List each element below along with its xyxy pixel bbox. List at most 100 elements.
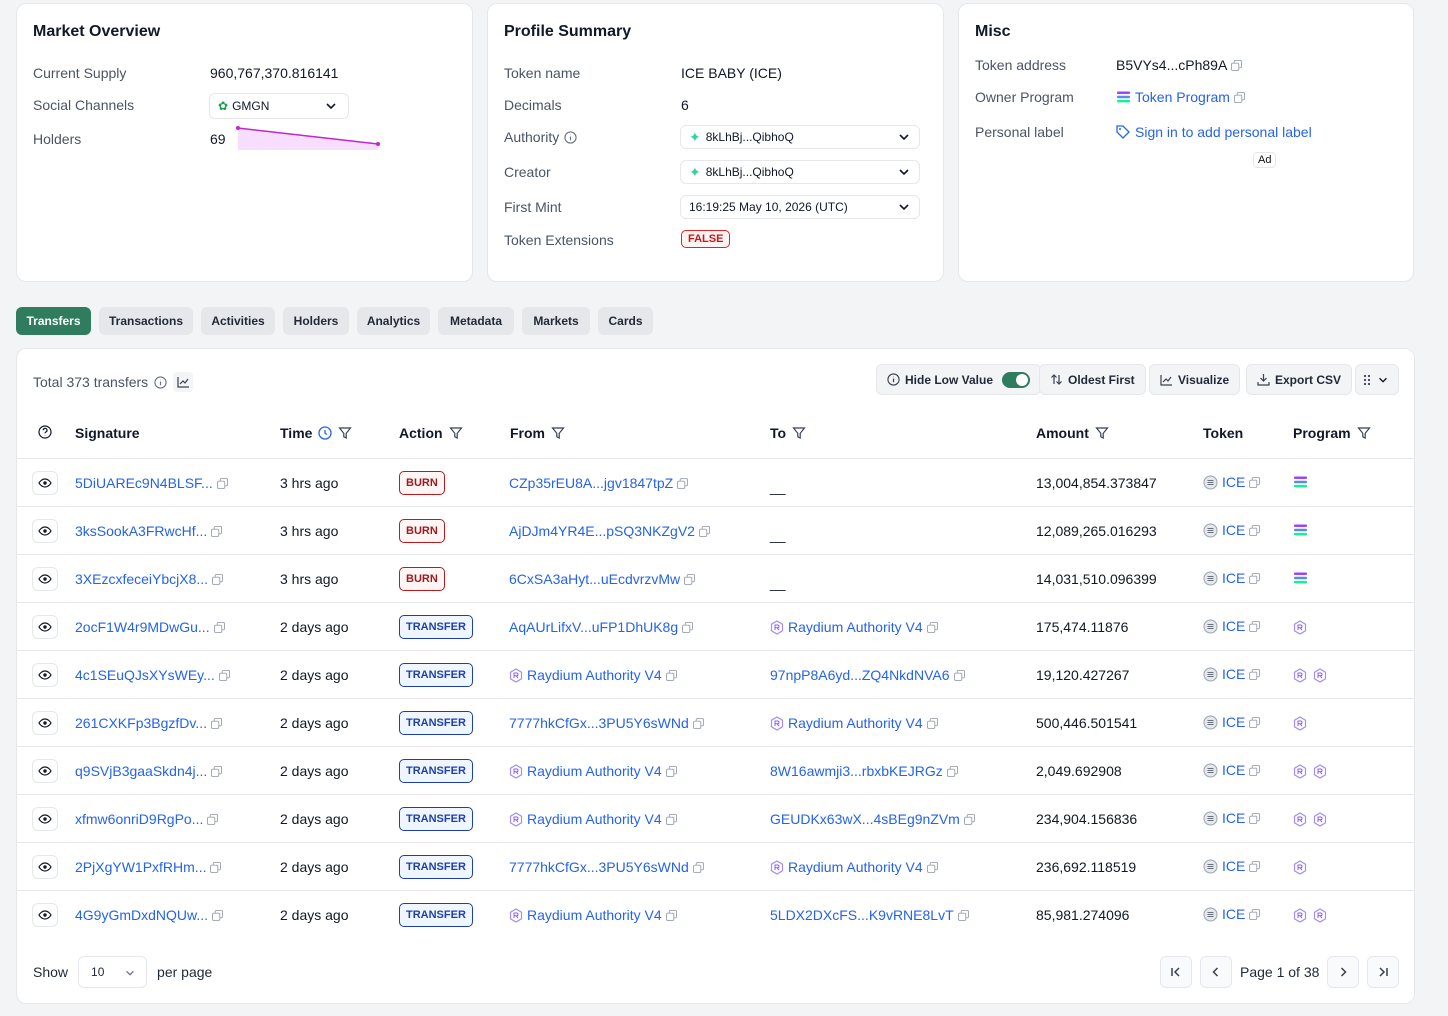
signature-link[interactable]: 4G9yGmDxdNQUw... (75, 907, 208, 923)
copy-icon[interactable] (665, 765, 677, 777)
program-icons[interactable] (1293, 668, 1327, 683)
to-link[interactable]: Raydium Authority V4 (788, 715, 923, 731)
signature-link[interactable]: 4c1SEuQJsXYsWEy... (75, 667, 215, 683)
copy-icon[interactable] (1249, 860, 1261, 872)
token-link[interactable]: ICE (1222, 666, 1245, 682)
copy-icon[interactable] (946, 765, 958, 777)
copy-icon[interactable] (1249, 572, 1261, 584)
copy-icon[interactable] (1249, 908, 1261, 920)
copy-icon[interactable] (1233, 91, 1245, 103)
hide-low-value-toggle[interactable]: Hide Low Value (876, 364, 1042, 395)
copy-icon[interactable] (210, 861, 222, 873)
social-channels-dropdown[interactable]: ✿ GMGN (209, 93, 349, 119)
signature-link[interactable]: 3XEzcxfeceiYbcjX8... (75, 571, 208, 587)
copy-icon[interactable] (212, 573, 224, 585)
copy-icon[interactable] (963, 813, 975, 825)
copy-icon[interactable] (1249, 716, 1261, 728)
view-details-button[interactable] (32, 615, 58, 639)
tab-transactions[interactable]: Transactions (99, 307, 193, 335)
clock-icon[interactable] (318, 426, 333, 440)
toggle-switch[interactable] (1002, 371, 1031, 388)
program-icons[interactable] (1293, 476, 1308, 488)
owner-program-link[interactable]: Token Program (1116, 89, 1245, 105)
filter-icon[interactable] (448, 426, 463, 440)
view-details-button[interactable] (32, 567, 58, 591)
token-link[interactable]: ICE (1222, 618, 1245, 634)
tab-transfers[interactable]: Transfers (16, 307, 91, 335)
copy-icon[interactable] (211, 717, 223, 729)
copy-icon[interactable] (677, 477, 689, 489)
copy-icon[interactable] (957, 909, 969, 921)
info-icon[interactable] (154, 375, 167, 389)
signature-link[interactable]: 2PjXgYW1PxfRHm... (75, 859, 206, 875)
from-link[interactable]: AjDJm4YR4E...pSQ3NKZgV2 (509, 523, 695, 539)
authority-dropdown[interactable]: ✦ 8kLhBj...QibhoQ (680, 125, 920, 149)
copy-icon[interactable] (665, 909, 677, 921)
copy-icon[interactable] (211, 525, 223, 537)
copy-icon[interactable] (1249, 476, 1261, 488)
token-link[interactable]: ICE (1222, 570, 1245, 586)
copy-icon[interactable] (665, 669, 677, 681)
visualize-button[interactable]: Visualize (1149, 364, 1241, 395)
prev-page-button[interactable] (1200, 956, 1232, 988)
tab-activities[interactable]: Activities (201, 307, 275, 335)
copy-icon[interactable] (218, 669, 230, 681)
from-link[interactable]: Raydium Authority V4 (527, 667, 662, 683)
signature-link[interactable]: q9SVjB3gaaSkdn4j... (75, 763, 207, 779)
copy-icon[interactable] (211, 765, 223, 777)
view-details-button[interactable] (32, 519, 58, 543)
first-mint-dropdown[interactable]: 16:19:25 May 10, 2026 (UTC) (680, 195, 920, 219)
signature-link[interactable]: 2ocF1W4r9MDwGu... (75, 619, 210, 635)
copy-icon[interactable] (926, 717, 938, 729)
to-link[interactable]: Raydium Authority V4 (788, 859, 923, 875)
copy-icon[interactable] (1249, 524, 1261, 536)
view-details-button[interactable] (32, 903, 58, 927)
to-link[interactable]: 8W16awmji3...rbxbKEJRGz (770, 763, 943, 779)
view-details-button[interactable] (32, 759, 58, 783)
program-icons[interactable] (1293, 764, 1327, 779)
token-link[interactable]: ICE (1222, 858, 1245, 874)
token-link[interactable]: ICE (1222, 906, 1245, 922)
filter-icon[interactable] (1095, 426, 1109, 440)
copy-icon[interactable] (698, 525, 710, 537)
to-link[interactable]: 97npP8A6yd...ZQ4NkdNVA6 (770, 667, 950, 683)
copy-icon[interactable] (207, 813, 219, 825)
tab-analytics[interactable]: Analytics (357, 307, 430, 335)
from-link[interactable]: Raydium Authority V4 (527, 811, 662, 827)
to-link[interactable]: 5LDX2DXcFS...K9vRNE8LvT (770, 907, 954, 923)
to-link[interactable]: GEUDKx63wX...4sBEg9nZVm (770, 811, 960, 827)
filter-icon[interactable] (1356, 426, 1371, 440)
copy-icon[interactable] (213, 621, 225, 633)
copy-icon[interactable] (665, 813, 677, 825)
copy-icon[interactable] (926, 861, 938, 873)
creator-dropdown[interactable]: ✦ 8kLhBj...QibhoQ (680, 160, 920, 184)
column-settings-button[interactable] (1355, 364, 1399, 395)
copy-icon[interactable] (1249, 620, 1261, 632)
from-link[interactable]: CZp35rEU8A...jgv1847tpZ (509, 475, 673, 491)
copy-icon[interactable] (216, 477, 228, 489)
filter-icon[interactable] (792, 426, 806, 440)
filter-icon[interactable] (338, 426, 353, 440)
tab-holders[interactable]: Holders (283, 307, 349, 335)
help-column-header[interactable] (38, 425, 52, 439)
copy-icon[interactable] (682, 621, 694, 633)
copy-icon[interactable] (953, 669, 965, 681)
program-icons[interactable] (1293, 716, 1307, 731)
copy-icon[interactable] (692, 717, 704, 729)
view-details-button[interactable] (32, 855, 58, 879)
tab-metadata[interactable]: Metadata (438, 307, 514, 335)
from-link[interactable]: Raydium Authority V4 (527, 907, 662, 923)
program-icons[interactable] (1293, 620, 1307, 635)
chart-icon-button[interactable] (173, 372, 194, 392)
signature-link[interactable]: 261CXKFp3BgzfDv... (75, 715, 207, 731)
copy-icon[interactable] (212, 909, 224, 921)
view-details-button[interactable] (32, 711, 58, 735)
from-link[interactable]: AqAUrLifxV...uFP1DhUK8g (509, 619, 678, 635)
program-icons[interactable] (1293, 572, 1308, 584)
info-icon[interactable] (564, 130, 577, 144)
program-icons[interactable] (1293, 908, 1327, 923)
copy-icon[interactable] (1231, 59, 1243, 71)
copy-icon[interactable] (684, 573, 696, 585)
token-link[interactable]: ICE (1222, 714, 1245, 730)
copy-icon[interactable] (1249, 764, 1261, 776)
